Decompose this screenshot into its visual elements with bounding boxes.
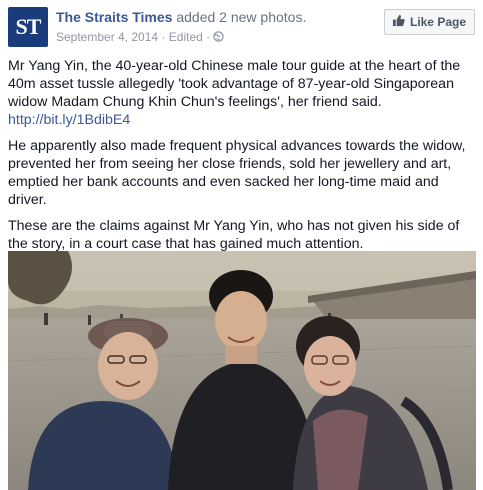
post-paragraph-3: These are the claims against Mr Yang Yin… (8, 218, 460, 252)
post-meta: September 4, 2014 · Edited · (56, 30, 225, 45)
edited-label[interactable]: Edited (169, 30, 203, 44)
meta-separator: · (206, 30, 211, 44)
post-title-line: The Straits Times added 2 new photos. (56, 9, 306, 25)
paragraph-1-text: Mr Yang Yin, the 40-year-old Chinese mal… (8, 58, 461, 110)
post-paragraph-2: He apparently also made frequent physica… (8, 138, 466, 208)
facebook-post: ST The Straits Times added 2 new photos.… (0, 0, 483, 490)
post-date-link[interactable]: September 4, 2014 (56, 30, 158, 44)
post-photo[interactable] (8, 251, 476, 490)
like-page-button[interactable]: Like Page (383, 9, 475, 35)
like-page-label: Like Page (409, 15, 466, 29)
meta-separator: · (161, 30, 166, 44)
globe-icon[interactable] (213, 31, 225, 45)
page-avatar-text: ST (15, 14, 42, 39)
post-action-text: added 2 new photos. (176, 9, 307, 25)
page-name-link[interactable]: The Straits Times (56, 9, 172, 25)
photo-illustration (8, 251, 476, 490)
post-header: ST The Straits Times added 2 new photos.… (8, 7, 475, 47)
thumbs-up-icon (392, 14, 405, 30)
post-body: Mr Yang Yin, the 40-year-old Chinese mal… (8, 57, 476, 261)
article-link[interactable]: http://bit.ly/1BdibE4 (8, 112, 130, 128)
post-paragraph-1: Mr Yang Yin, the 40-year-old Chinese mal… (8, 57, 476, 129)
page-avatar[interactable]: ST (8, 7, 48, 47)
